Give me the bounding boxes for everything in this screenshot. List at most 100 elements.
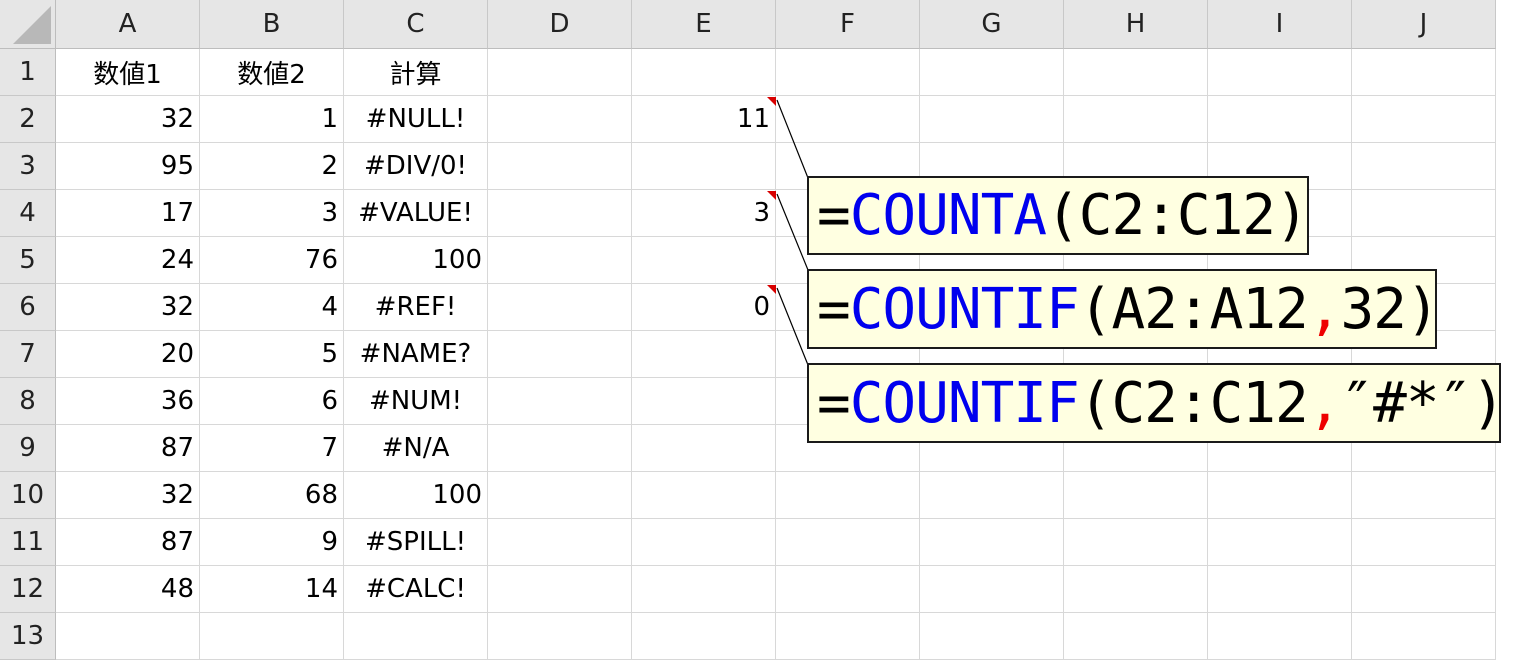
cell-c4[interactable]: #VALUE! (344, 190, 488, 237)
cell-g11[interactable] (920, 519, 1064, 566)
column-header-f[interactable]: F (776, 0, 920, 49)
cell-f2[interactable] (776, 96, 920, 143)
cell-b10[interactable]: 68 (200, 472, 344, 519)
cell-b9[interactable]: 7 (200, 425, 344, 472)
cell-j4[interactable] (1352, 190, 1496, 237)
cell-b13[interactable] (200, 613, 344, 660)
comment-indicator-icon[interactable] (767, 97, 776, 106)
cell-h13[interactable] (1064, 613, 1208, 660)
cell-f11[interactable] (776, 519, 920, 566)
column-header-i[interactable]: I (1208, 0, 1352, 49)
cell-h1[interactable] (1064, 49, 1208, 96)
cell-e10[interactable] (632, 472, 776, 519)
column-header-a[interactable]: A (56, 0, 200, 49)
cell-f13[interactable] (776, 613, 920, 660)
cell-a8[interactable]: 36 (56, 378, 200, 425)
cell-a3[interactable]: 95 (56, 143, 200, 190)
cell-j13[interactable] (1352, 613, 1496, 660)
column-header-e[interactable]: E (632, 0, 776, 49)
cell-c10[interactable]: 100 (344, 472, 488, 519)
row-header-3[interactable]: 3 (0, 143, 56, 190)
comment-indicator-icon[interactable] (767, 191, 776, 200)
cell-i1[interactable] (1208, 49, 1352, 96)
cell-i2[interactable] (1208, 96, 1352, 143)
cell-e9[interactable] (632, 425, 776, 472)
cell-c2[interactable]: #NULL! (344, 96, 488, 143)
cell-e4[interactable]: 3 (632, 190, 776, 237)
column-header-b[interactable]: B (200, 0, 344, 49)
row-header-7[interactable]: 7 (0, 331, 56, 378)
cell-c12[interactable]: #CALC! (344, 566, 488, 613)
column-header-d[interactable]: D (488, 0, 632, 49)
row-header-4[interactable]: 4 (0, 190, 56, 237)
cell-b5[interactable]: 76 (200, 237, 344, 284)
cell-i10[interactable] (1208, 472, 1352, 519)
cell-j3[interactable] (1352, 143, 1496, 190)
cell-c11[interactable]: #SPILL! (344, 519, 488, 566)
cell-b11[interactable]: 9 (200, 519, 344, 566)
cell-e12[interactable] (632, 566, 776, 613)
cell-d5[interactable] (488, 237, 632, 284)
cell-a10[interactable]: 32 (56, 472, 200, 519)
row-header-12[interactable]: 12 (0, 566, 56, 613)
cell-d6[interactable] (488, 284, 632, 331)
cell-c5[interactable]: 100 (344, 237, 488, 284)
row-header-10[interactable]: 10 (0, 472, 56, 519)
cell-h2[interactable] (1064, 96, 1208, 143)
cell-e7[interactable] (632, 331, 776, 378)
cell-j10[interactable] (1352, 472, 1496, 519)
cell-g10[interactable] (920, 472, 1064, 519)
cell-d4[interactable] (488, 190, 632, 237)
comment-box-counta[interactable]: = COUNTA (C2:C12) (807, 176, 1309, 255)
cell-d10[interactable] (488, 472, 632, 519)
select-all-button[interactable] (0, 0, 56, 49)
row-header-5[interactable]: 5 (0, 237, 56, 284)
comment-box-countif-wildcard[interactable]: = COUNTIF (C2:C12, ″#*″) (807, 363, 1505, 443)
cell-b7[interactable]: 5 (200, 331, 344, 378)
cell-a2[interactable]: 32 (56, 96, 200, 143)
cell-e11[interactable] (632, 519, 776, 566)
cell-j2[interactable] (1352, 96, 1496, 143)
cell-c6[interactable]: #REF! (344, 284, 488, 331)
cell-e6[interactable]: 0 (632, 284, 776, 331)
cell-d13[interactable] (488, 613, 632, 660)
cell-e3[interactable] (632, 143, 776, 190)
row-header-6[interactable]: 6 (0, 284, 56, 331)
cell-a13[interactable] (56, 613, 200, 660)
cell-d8[interactable] (488, 378, 632, 425)
cell-h10[interactable] (1064, 472, 1208, 519)
cell-a9[interactable]: 87 (56, 425, 200, 472)
cell-i13[interactable] (1208, 613, 1352, 660)
cell-d3[interactable] (488, 143, 632, 190)
column-header-c[interactable]: C (344, 0, 488, 49)
cell-j12[interactable] (1352, 566, 1496, 613)
cell-c3[interactable]: #DIV/0! (344, 143, 488, 190)
cell-b4[interactable]: 3 (200, 190, 344, 237)
row-header-9[interactable]: 9 (0, 425, 56, 472)
cell-c8[interactable]: #NUM! (344, 378, 488, 425)
column-header-h[interactable]: H (1064, 0, 1208, 49)
cell-b8[interactable]: 6 (200, 378, 344, 425)
cell-b1[interactable]: 数値2 (200, 49, 344, 96)
cell-a6[interactable]: 32 (56, 284, 200, 331)
row-header-1[interactable]: 1 (0, 49, 56, 96)
cell-c7[interactable]: #NAME? (344, 331, 488, 378)
cell-d11[interactable] (488, 519, 632, 566)
cell-i12[interactable] (1208, 566, 1352, 613)
cell-b2[interactable]: 1 (200, 96, 344, 143)
cell-j1[interactable] (1352, 49, 1496, 96)
cell-e8[interactable] (632, 378, 776, 425)
cell-d7[interactable] (488, 331, 632, 378)
cell-g12[interactable] (920, 566, 1064, 613)
cell-c9[interactable]: #N/A (344, 425, 488, 472)
cell-e13[interactable] (632, 613, 776, 660)
cell-d9[interactable] (488, 425, 632, 472)
comment-indicator-icon[interactable] (767, 285, 776, 294)
cell-d2[interactable] (488, 96, 632, 143)
cell-j11[interactable] (1352, 519, 1496, 566)
comment-box-countif-number[interactable]: = COUNTIF (A2:A12, 32) (807, 269, 1440, 349)
cell-a7[interactable]: 20 (56, 331, 200, 378)
cell-a4[interactable]: 17 (56, 190, 200, 237)
cell-f12[interactable] (776, 566, 920, 613)
cell-f10[interactable] (776, 472, 920, 519)
